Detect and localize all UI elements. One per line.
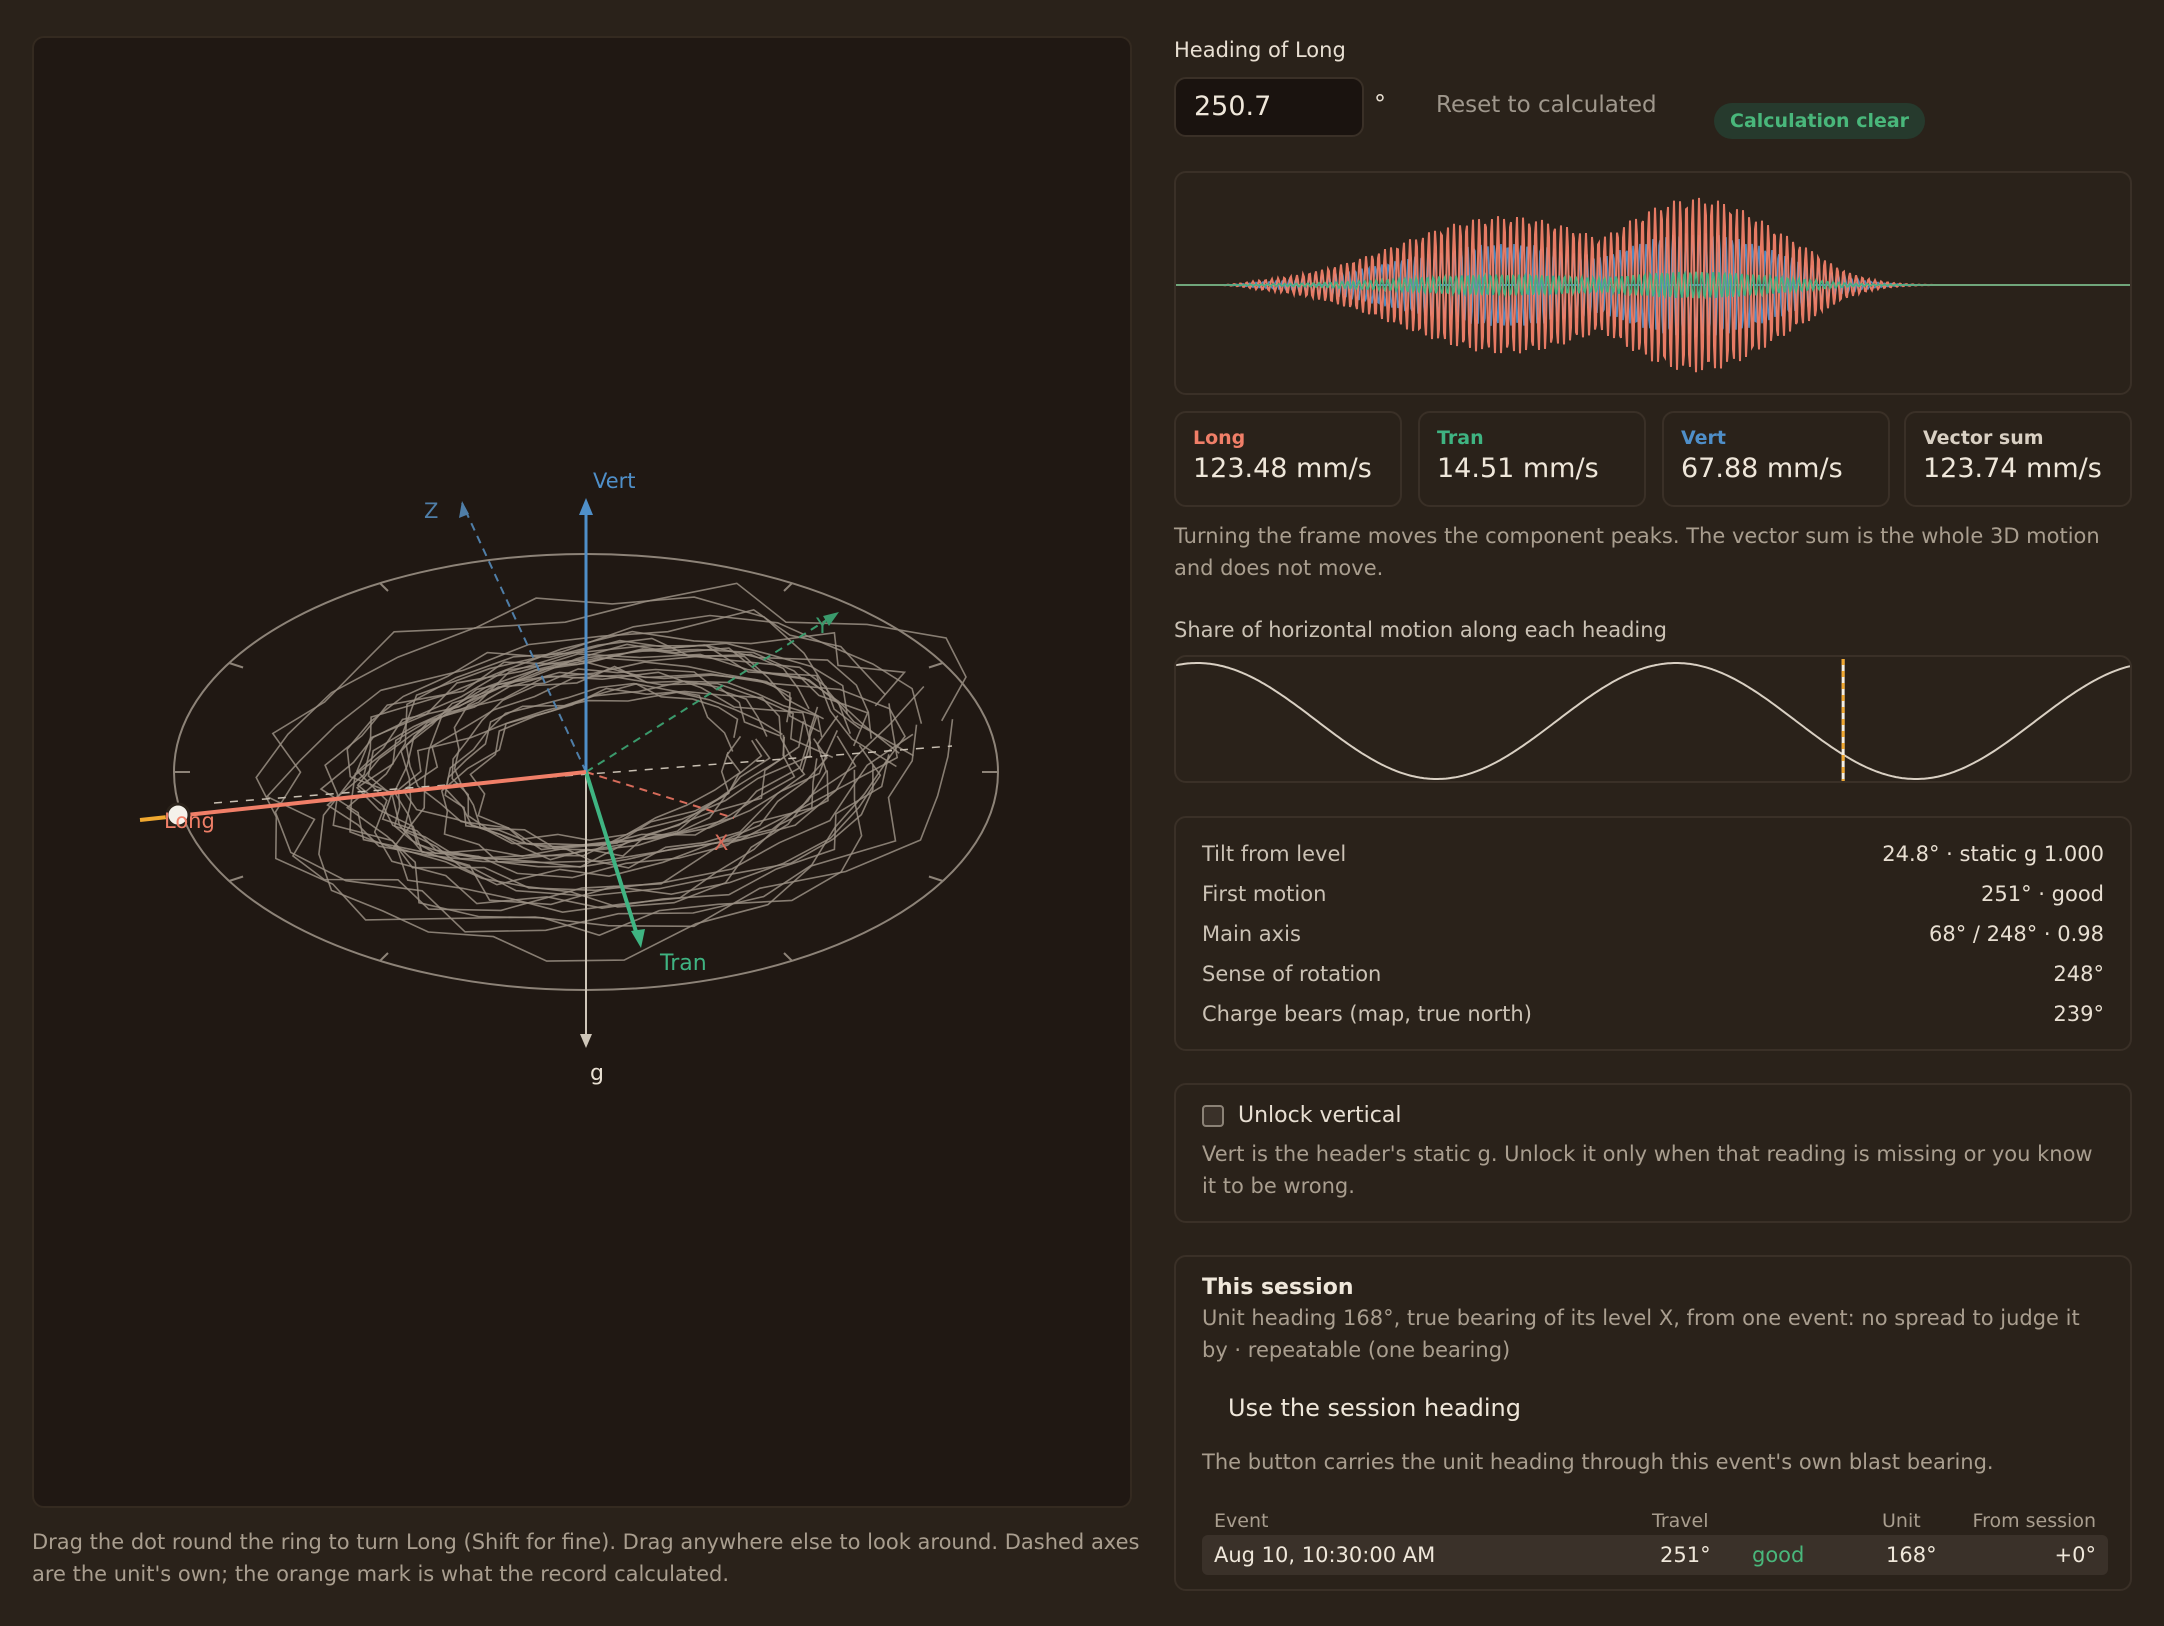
z-axis-label: Z xyxy=(424,499,438,523)
session-title: This session xyxy=(1202,1275,1354,1300)
peak-name: Tran xyxy=(1437,427,1484,449)
vert-arrowhead xyxy=(579,498,593,515)
session-text: Unit heading 168°, true bearing of its l… xyxy=(1202,1306,2080,1362)
trace-loop xyxy=(367,653,819,860)
session-table-header: Event Travel Unit From session xyxy=(1202,1507,2108,1535)
metric-value: 68° / 248° · 0.98 xyxy=(1928,922,2104,946)
metric-key: Charge bears (map, true north) xyxy=(1202,1002,1532,1026)
use-session-heading-button[interactable]: Use the session heading xyxy=(1228,1394,1521,1422)
cell-unit: 168° xyxy=(1886,1543,1937,1567)
unlock-description: Vert is the header's static g. Unlock it… xyxy=(1202,1142,2093,1198)
calculation-status-badge: Calculation clear xyxy=(1714,103,1926,139)
particle-trace xyxy=(255,582,967,962)
unlock-row[interactable]: Unlock vertical xyxy=(1202,1103,2104,1128)
metric-key: Sense of rotation xyxy=(1202,962,1382,986)
ring-tick xyxy=(379,952,389,962)
viewer-svg[interactable]: Vert Z Y X Tran g Long xyxy=(34,38,1134,1510)
unlock-vertical-panel: Unlock vertical Vert is the header's sta… xyxy=(1174,1083,2132,1223)
peak-value: 67.88 mm/s xyxy=(1681,453,1843,484)
session-panel: This session Unit heading 168°, true bea… xyxy=(1174,1255,2132,1591)
unlock-vertical-checkbox[interactable] xyxy=(1202,1104,1224,1127)
peak-name: Vector sum xyxy=(1923,427,2044,449)
trace-loop xyxy=(444,683,742,842)
cell-from-session: +0° xyxy=(2054,1543,2096,1567)
ring-tick xyxy=(228,875,244,882)
heading-label: Heading of Long xyxy=(1174,38,1346,62)
metric-row: First motion 251° · good xyxy=(1202,882,2104,922)
metric-value: 248° xyxy=(2053,962,2104,986)
g-arrowhead xyxy=(580,1034,592,1048)
peak-value: 14.51 mm/s xyxy=(1437,453,1599,484)
unlock-vertical-label[interactable]: Unlock vertical xyxy=(1238,1103,1401,1128)
vert-axis-label: Vert xyxy=(593,469,636,493)
tran-axis-label: Tran xyxy=(659,951,707,976)
metric-key: First motion xyxy=(1202,882,1327,906)
waveform-panel xyxy=(1174,171,2132,395)
col-unit: Unit xyxy=(1882,1510,1921,1532)
unit-x-axis xyxy=(585,771,735,819)
ring-tick xyxy=(379,582,389,592)
session-note: The button carries the unit heading thro… xyxy=(1202,1450,1994,1474)
metric-row: Sense of rotation 248° xyxy=(1202,962,2104,1002)
peak-card-vert: Vert 67.88 mm/s xyxy=(1662,411,1890,507)
cell-quality: good xyxy=(1752,1543,1805,1567)
metric-row: Charge bears (map, true north) 239° xyxy=(1202,1002,2104,1042)
ring-tick xyxy=(928,875,944,882)
y-axis-label: Y xyxy=(815,614,829,638)
heading-unit: ° xyxy=(1374,90,1386,118)
peaks-note: Turning the frame moves the component pe… xyxy=(1174,524,2100,580)
trace-loop xyxy=(445,682,734,861)
peak-card-long: Long 123.48 mm/s xyxy=(1174,411,1402,507)
peak-name: Long xyxy=(1193,427,1246,449)
metric-value: 239° xyxy=(2053,1002,2104,1026)
cell-travel: 251° xyxy=(1660,1543,1711,1567)
waveform-svg xyxy=(1176,197,2130,373)
waveform-traces xyxy=(1176,197,2130,373)
metric-key: Tilt from level xyxy=(1202,842,1347,866)
ring-tick xyxy=(928,662,944,669)
top-cut-text xyxy=(32,0,39,11)
metric-value: 24.8° · static g 1.000 xyxy=(1882,842,2104,866)
peak-name: Vert xyxy=(1681,427,1727,449)
unit-z-axis xyxy=(461,502,587,773)
tran-arrowhead xyxy=(631,929,645,948)
viewer-caption: Drag the dot round the ring to turn Long… xyxy=(32,1530,1140,1586)
ring-tick xyxy=(228,662,244,669)
peak-card-tran: Tran 14.51 mm/s xyxy=(1418,411,1646,507)
metric-key: Main axis xyxy=(1202,922,1301,946)
tran-axis xyxy=(584,771,640,939)
metrics-panel: Tilt from level 24.8° · static g 1.000 Fi… xyxy=(1174,816,2132,1051)
peak-value: 123.74 mm/s xyxy=(1923,453,2102,484)
ring-tick xyxy=(783,952,793,962)
share-curve xyxy=(1176,662,2130,780)
col-travel: Travel xyxy=(1652,1510,1709,1532)
peak-value: 123.48 mm/s xyxy=(1193,453,1372,484)
trace-loop xyxy=(355,671,834,879)
long-axis-label: Long xyxy=(164,809,215,833)
motion-3d-viewer[interactable]: Vert Z Y X Tran g Long xyxy=(32,36,1132,1508)
reset-to-calculated-button[interactable]: Reset to calculated xyxy=(1436,92,1657,118)
heading-input[interactable]: 250.7 xyxy=(1174,77,1364,137)
metric-value: 251° · good xyxy=(1981,882,2104,906)
peak-card-vector-sum: Vector sum 123.74 mm/s xyxy=(1904,411,2132,507)
table-row[interactable]: Aug 10, 10:30:00 AM 251° good 168° +0° xyxy=(1202,1535,2108,1575)
x-axis-label: X xyxy=(714,831,728,855)
share-plot-svg[interactable] xyxy=(1176,657,2132,783)
share-plot-panel[interactable] xyxy=(1174,655,2132,783)
g-axis-label: g xyxy=(590,1061,604,1086)
metric-row: Tilt from level 24.8° · static g 1.000 xyxy=(1202,842,2104,882)
col-from-session: From session xyxy=(1972,1510,2096,1532)
share-label: Share of horizontal motion along each he… xyxy=(1174,618,1667,642)
ring-tick xyxy=(783,582,793,592)
cell-event: Aug 10, 10:30:00 AM xyxy=(1214,1543,1436,1567)
col-event: Event xyxy=(1214,1510,1269,1532)
metric-row: Main axis 68° / 248° · 0.98 xyxy=(1202,922,2104,962)
